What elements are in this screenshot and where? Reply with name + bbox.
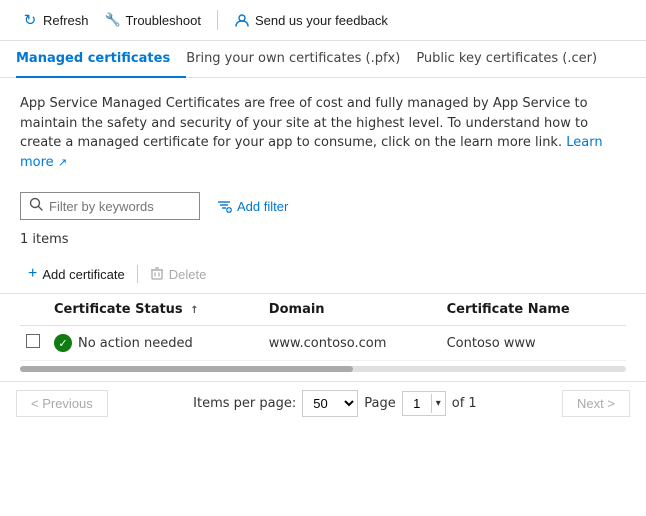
- row-domain-cell: www.contoso.com: [263, 326, 441, 361]
- pagination-right: Next >: [562, 390, 630, 417]
- action-bar: + Add certificate Delete: [0, 255, 646, 294]
- status-icon-green: ✓: [54, 334, 72, 352]
- delete-icon: [150, 266, 164, 283]
- page-chevron-icon[interactable]: ▾: [431, 394, 445, 413]
- items-per-page-label: Items per page:: [193, 396, 296, 411]
- table-row: ✓ No action needed www.contoso.com Conto…: [20, 326, 626, 361]
- select-all-header: [20, 294, 48, 326]
- troubleshoot-button[interactable]: 🔧 Troubleshoot: [99, 8, 207, 32]
- row-certificate-name-cell: Contoso www: [441, 326, 626, 361]
- scrollbar-thumb[interactable]: [20, 366, 353, 372]
- description: App Service Managed Certificates are fre…: [0, 78, 646, 184]
- troubleshoot-label: Troubleshoot: [126, 13, 201, 28]
- feedback-button[interactable]: Send us your feedback: [228, 8, 394, 32]
- search-icon: [29, 197, 43, 215]
- filter-bar: Add filter: [0, 184, 646, 228]
- column-header-domain: Domain: [263, 294, 441, 326]
- tab-cer-certificates[interactable]: Public key certificates (.cer): [416, 41, 613, 78]
- description-text: App Service Managed Certificates are fre…: [20, 96, 588, 150]
- certificate-table: Certificate Status ↑ Domain Certificate …: [20, 294, 626, 361]
- filter-input-wrap: [20, 192, 200, 220]
- row-checkbox[interactable]: [26, 334, 40, 348]
- pagination: < Previous Items per page: 50 10 20 100 …: [0, 381, 646, 425]
- scrollbar-track[interactable]: [20, 366, 626, 372]
- items-per-page-select[interactable]: 50 10 20 100: [302, 390, 358, 417]
- column-header-name: Certificate Name: [441, 294, 626, 326]
- items-count: 1 items: [0, 228, 646, 255]
- row-status-cell: ✓ No action needed: [48, 326, 263, 361]
- external-link-icon: ↗: [58, 156, 67, 169]
- toolbar-divider: [217, 10, 218, 30]
- tab-managed-certificates[interactable]: Managed certificates: [16, 41, 186, 78]
- page-label: Page: [364, 396, 395, 411]
- add-icon: +: [28, 265, 37, 283]
- sort-arrow-status: ↑: [190, 305, 198, 316]
- add-certificate-button[interactable]: + Add certificate: [20, 261, 133, 287]
- feedback-icon: [234, 12, 250, 28]
- feedback-label: Send us your feedback: [255, 13, 388, 28]
- row-checkbox-cell: [20, 326, 48, 361]
- add-filter-button[interactable]: Add filter: [208, 193, 296, 220]
- page-number-input[interactable]: [403, 392, 431, 415]
- pagination-center: Items per page: 50 10 20 100 Page ▾ of 1: [193, 390, 477, 417]
- previous-button[interactable]: < Previous: [16, 390, 108, 417]
- refresh-label: Refresh: [43, 13, 89, 28]
- toolbar: ↻ Refresh 🔧 Troubleshoot Send us your fe…: [0, 0, 646, 41]
- action-divider: [137, 265, 138, 283]
- page-input-wrap: ▾: [402, 391, 446, 416]
- tab-pfx-certificates[interactable]: Bring your own certificates (.pfx): [186, 41, 416, 78]
- add-certificate-label: Add certificate: [42, 267, 124, 282]
- add-filter-icon: [216, 197, 232, 216]
- delete-button[interactable]: Delete: [142, 262, 215, 287]
- of-label: of 1: [452, 396, 477, 411]
- filter-input[interactable]: [49, 199, 189, 214]
- troubleshoot-icon: 🔧: [105, 12, 121, 28]
- certificate-table-wrap: Certificate Status ↑ Domain Certificate …: [0, 294, 646, 361]
- pagination-left: < Previous: [16, 390, 108, 417]
- refresh-button[interactable]: ↻ Refresh: [16, 8, 95, 32]
- add-filter-label: Add filter: [237, 199, 288, 214]
- next-button[interactable]: Next >: [562, 390, 630, 417]
- column-header-status[interactable]: Certificate Status ↑: [48, 294, 263, 326]
- horizontal-scrollbar[interactable]: [0, 361, 646, 377]
- refresh-icon: ↻: [22, 12, 38, 28]
- row-status-label: No action needed: [78, 336, 193, 351]
- tabs: Managed certificates Bring your own cert…: [0, 41, 646, 78]
- delete-label: Delete: [169, 267, 207, 282]
- table-header-row: Certificate Status ↑ Domain Certificate …: [20, 294, 626, 326]
